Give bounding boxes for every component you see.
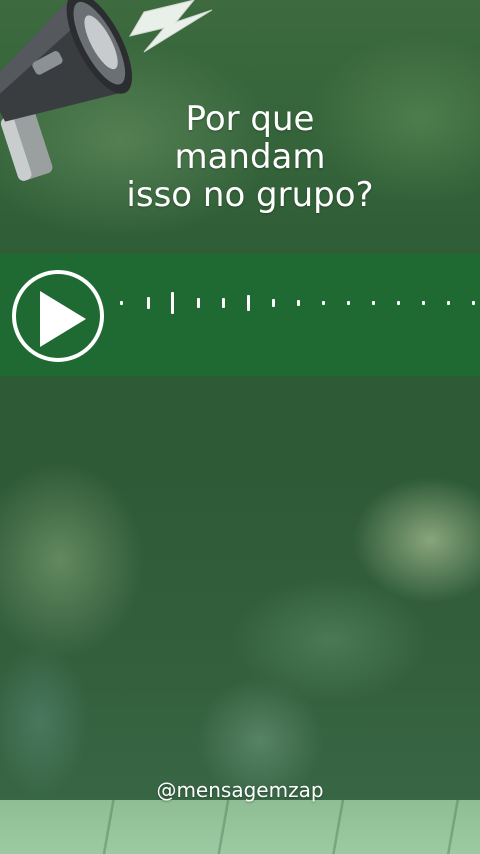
wooden-surface [0, 800, 480, 854]
waveform-icon [120, 292, 475, 314]
account-handle: @mensagemzap [156, 778, 324, 802]
play-button[interactable] [12, 270, 104, 362]
audio-message-bar [0, 254, 480, 376]
video-caption-title: Por que mandam isso no grupo? [126, 99, 374, 215]
lightning-icon [128, 0, 213, 53]
play-icon [40, 291, 86, 347]
